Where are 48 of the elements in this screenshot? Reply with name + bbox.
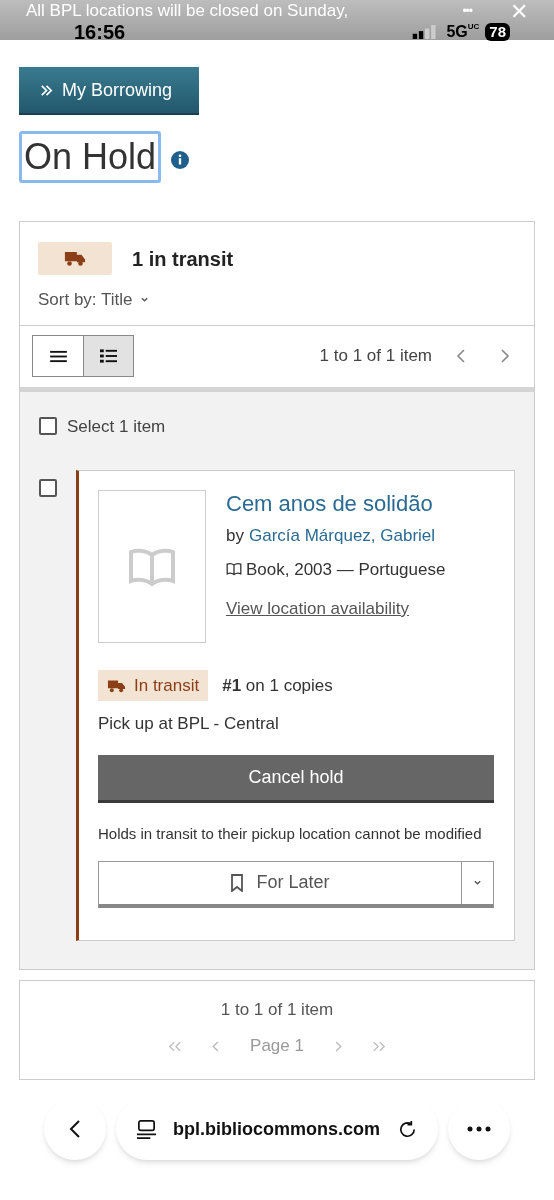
format-info: Book, 2003 — Portuguese: [246, 558, 446, 581]
transit-count: 1 in transit: [132, 246, 234, 272]
availability-link[interactable]: View location availability: [226, 596, 446, 622]
battery-icon: 78: [485, 23, 510, 41]
more-icon: [467, 1126, 491, 1132]
pickup-location: Pick up at BPL - Central: [98, 713, 280, 735]
url-text: bpl.bibliocommons.com: [173, 1117, 380, 1141]
detailed-view-button[interactable]: [83, 336, 133, 376]
menu-icon: [49, 349, 67, 363]
checkbox[interactable]: [39, 479, 57, 497]
previous-page-icon[interactable]: [212, 1040, 221, 1052]
page-icon: [136, 1118, 157, 1140]
truck-icon: [107, 678, 126, 693]
last-page-icon[interactable]: [371, 1040, 386, 1052]
list-icon: [100, 349, 117, 363]
double-chevron-icon: [39, 82, 54, 98]
signal-icon: [412, 25, 439, 39]
status-badge: In transit: [98, 670, 209, 701]
reload-icon[interactable]: [397, 1118, 418, 1140]
address-bar[interactable]: bpl.bibliocommons.com: [116, 1098, 438, 1160]
caret-icon: [140, 295, 150, 305]
info-icon[interactable]: [171, 151, 190, 169]
clock: 16:56: [74, 21, 126, 43]
caret-icon: [473, 878, 482, 887]
next-page-button[interactable]: [500, 348, 512, 364]
page-label: Page 1: [250, 1036, 304, 1056]
item-range: 1 to 1 of 1 item: [319, 345, 432, 368]
sort-dropdown[interactable]: Sort by: Title: [38, 287, 150, 313]
first-page-icon[interactable]: [168, 1040, 183, 1052]
next-page-icon[interactable]: [333, 1040, 342, 1052]
book-title[interactable]: Cem anos de solidão: [226, 490, 446, 518]
book-icon: [226, 562, 242, 577]
notification-text: All BPL locations will be closed on Sunday,: [26, 1, 349, 21]
previous-page-button[interactable]: [456, 348, 468, 364]
cancel-hold-button[interactable]: Cancel hold: [98, 754, 494, 803]
by-label: by: [226, 525, 244, 547]
queue-position: #1 on 1 copies: [222, 674, 333, 697]
bookmark-icon: [230, 873, 245, 892]
page-title: On Hold: [19, 131, 162, 183]
back-button[interactable]: My Borrowing: [19, 67, 199, 115]
author-link[interactable]: García Márquez, Gabriel: [248, 523, 436, 549]
checkbox[interactable]: [39, 417, 57, 436]
item-range: 1 to 1 of 1 item: [220, 998, 334, 1021]
select-all-label[interactable]: Select 1 item: [67, 413, 166, 439]
hold-note: Holds in transit to their pickup location cannot be modified: [98, 823, 483, 844]
chevron-left-icon: [69, 1119, 81, 1139]
book-icon: [128, 546, 176, 587]
truck-icon: [64, 250, 86, 267]
